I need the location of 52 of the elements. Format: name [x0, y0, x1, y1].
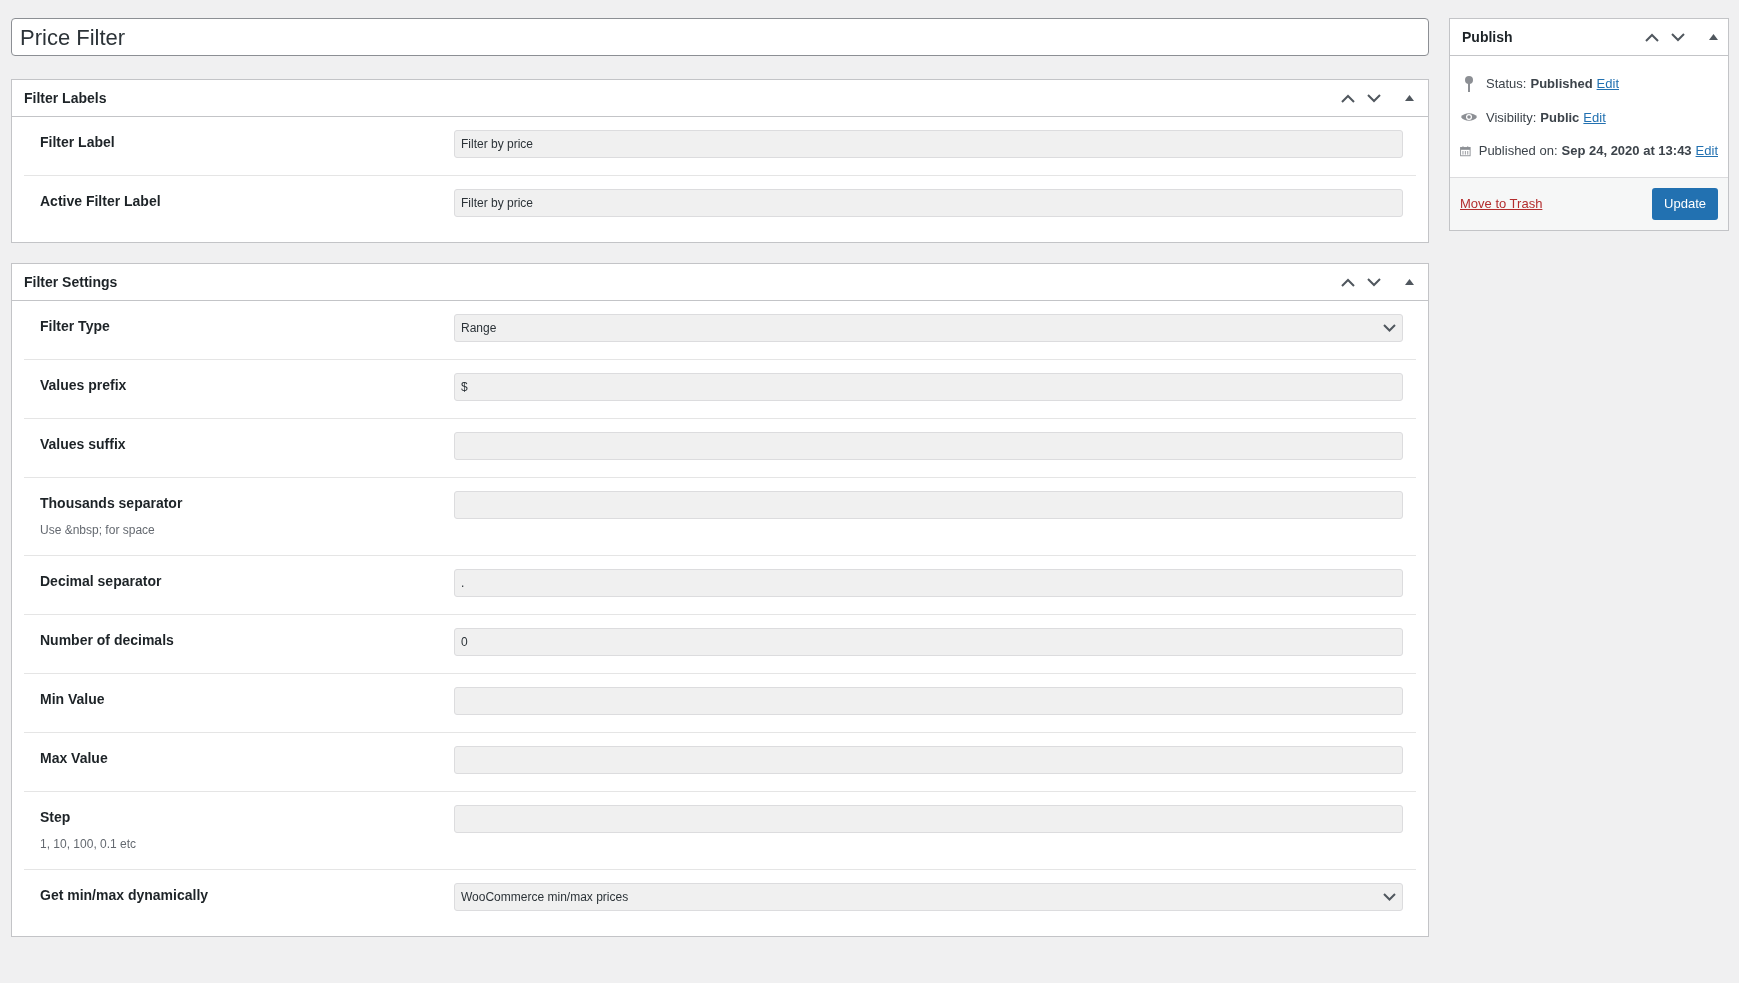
text-field[interactable]: 0: [454, 628, 1403, 656]
panel-title: Filter Labels: [24, 88, 107, 108]
chevron-up-icon[interactable]: [1645, 32, 1659, 42]
text-field[interactable]: [454, 491, 1403, 519]
panel-title: Publish: [1462, 27, 1513, 47]
text-field[interactable]: Filter by price: [454, 189, 1403, 217]
edit-link[interactable]: Edit: [1596, 74, 1619, 94]
meta-value: Public: [1540, 108, 1580, 127]
text-field[interactable]: Filter by price: [454, 130, 1403, 158]
field-label: Values suffix: [40, 435, 127, 453]
edit-link[interactable]: Edit: [1695, 141, 1718, 161]
dropdown-field[interactable]: Range: [454, 314, 1403, 342]
field-hint: Use &nbsp; for space: [40, 522, 156, 539]
field-label: Get min/max dynamically: [40, 886, 210, 904]
collapse-triangle-icon[interactable]: [1709, 34, 1718, 40]
text-field[interactable]: [454, 805, 1403, 833]
text-field[interactable]: [454, 687, 1403, 715]
caret-icon: [1383, 893, 1396, 901]
title-field[interactable]: Price Filter: [11, 18, 1429, 56]
text-field[interactable]: [454, 432, 1403, 460]
field-label: Active Filter Label: [40, 192, 162, 210]
text-field[interactable]: [454, 746, 1403, 774]
collapse-triangle-icon[interactable]: [1405, 95, 1414, 101]
chevron-up-icon[interactable]: [1341, 93, 1355, 103]
chevron-down-icon[interactable]: [1671, 32, 1685, 42]
field-label: Filter Label: [40, 133, 116, 151]
panel-title: Filter Settings: [24, 272, 118, 292]
meta-value: Sep 24, 2020 at 13:43: [1561, 142, 1692, 160]
field-label: Max Value: [40, 749, 109, 767]
update-button[interactable]: Update: [1652, 187, 1718, 220]
field-hint: 1, 10, 100, 0.1 etc: [40, 836, 138, 853]
field-label: Step: [40, 808, 72, 826]
caret-icon: [1383, 324, 1396, 332]
meta-label: Status:: [1486, 75, 1527, 93]
move-to-trash-link[interactable]: Move to Trash: [1460, 193, 1543, 214]
dropdown-field[interactable]: WooCommerce min/max prices: [454, 883, 1403, 911]
field-label: Number of decimals: [40, 631, 175, 649]
edit-link[interactable]: Edit: [1583, 107, 1606, 127]
chevron-down-icon[interactable]: [1367, 277, 1381, 287]
meta-value: Published: [1530, 75, 1593, 93]
text-field[interactable]: .: [454, 569, 1403, 597]
chevron-down-icon[interactable]: [1367, 93, 1381, 103]
field-label: Decimal separator: [40, 572, 163, 590]
meta-label: Published on:: [1478, 142, 1558, 160]
collapse-triangle-icon[interactable]: [1405, 279, 1414, 285]
field-label: Min Value: [40, 690, 106, 708]
field-label: Values prefix: [40, 376, 128, 394]
meta-label: Visibility:: [1486, 108, 1537, 127]
field-label: Thousands separator: [40, 494, 184, 512]
text-field[interactable]: $: [454, 373, 1403, 401]
field-label: Filter Type: [40, 317, 111, 335]
chevron-up-icon[interactable]: [1341, 277, 1355, 287]
